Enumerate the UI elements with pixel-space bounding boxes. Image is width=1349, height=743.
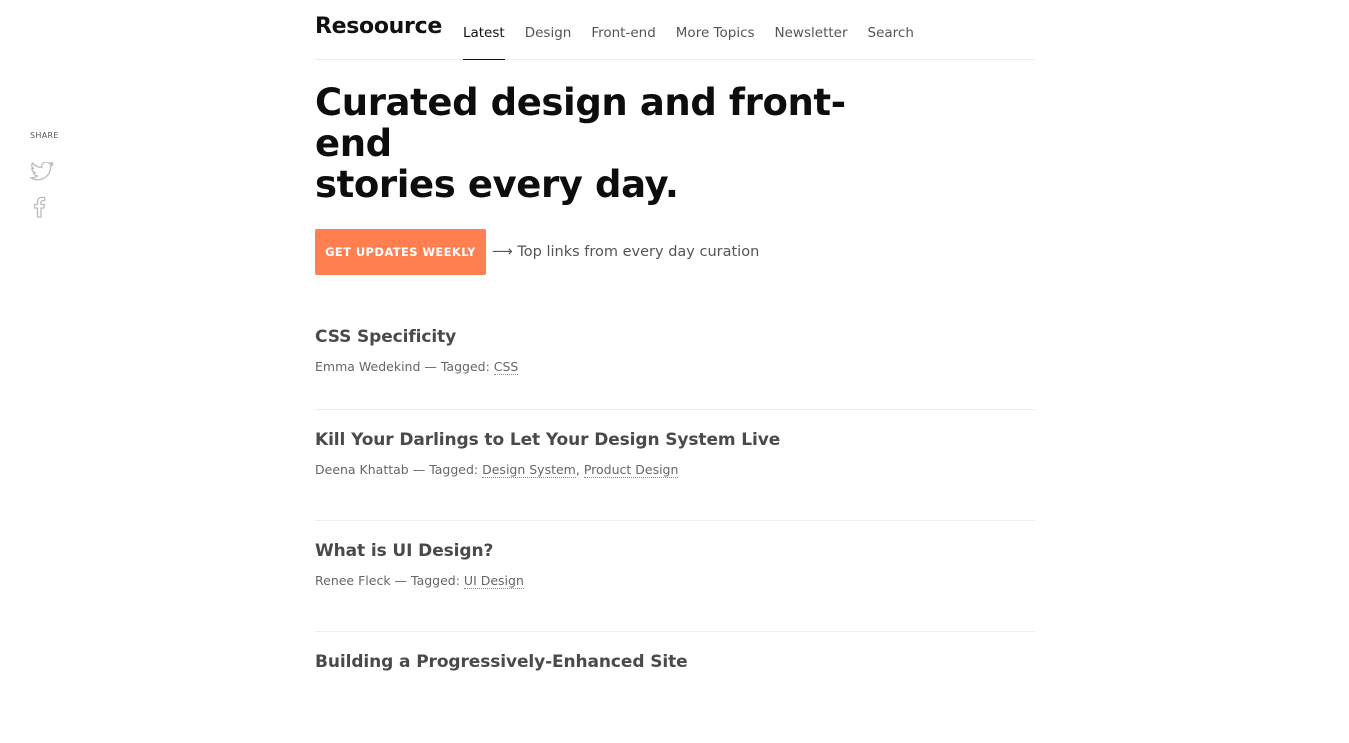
main-nav: Latest Design Front-end More Topics News… [462, 0, 934, 60]
article-item: CSS Specificity Emma Wedekind — Tagged: … [315, 319, 1035, 410]
article-title[interactable]: Kill Your Darlings to Let Your Design Sy… [315, 430, 1035, 450]
get-updates-button[interactable]: GET UPDATES WEEKLY [315, 229, 486, 275]
article-title[interactable]: CSS Specificity [315, 327, 1035, 347]
twitter-icon[interactable] [30, 162, 54, 184]
site-header: Resoource Latest Design Front-end More T… [315, 0, 1035, 60]
article-tag[interactable]: Design System [482, 462, 576, 478]
article-author: Emma Wedekind [315, 359, 421, 374]
hero-title: Curated design and front-end stories eve… [315, 82, 915, 205]
article-title[interactable]: What is UI Design? [315, 541, 1035, 561]
article-list: CSS Specificity Emma Wedekind — Tagged: … [315, 319, 1035, 743]
article-meta: Emma Wedekind — Tagged: CSS [315, 359, 1035, 375]
facebook-icon[interactable] [32, 196, 56, 218]
nav-item-newsletter[interactable]: Newsletter [775, 0, 848, 59]
article-author: Deena Khattab [315, 462, 409, 477]
article-tagged-prefix: — Tagged: [420, 359, 494, 374]
article-item: What is UI Design? Renee Fleck — Tagged:… [315, 521, 1035, 632]
article-author: Renee Fleck [315, 573, 391, 588]
share-label: SHARE [30, 131, 59, 140]
nav-item-latest[interactable]: Latest [462, 0, 505, 60]
nav-item-design[interactable]: Design [525, 0, 572, 59]
article-meta: Deena Khattab — Tagged: Design System, P… [315, 462, 679, 478]
article-tag[interactable]: CSS [493, 359, 519, 375]
main-content: Resoource Latest Design Front-end More T… [315, 0, 1035, 743]
share-sidebar: SHARE [30, 131, 59, 218]
cta-note: ⟶ Top links from every day curation [492, 244, 760, 260]
article-title[interactable]: Building a Progressively-Enhanced Site [315, 652, 1035, 672]
nav-item-search[interactable]: Search [868, 0, 914, 59]
article-item: Building a Progressively-Enhanced Site [315, 632, 1035, 743]
site-logo[interactable]: Resoource [315, 0, 442, 59]
nav-item-more-topics[interactable]: More Topics [676, 0, 755, 59]
article-tag[interactable]: Product Design [583, 462, 679, 478]
hero-title-line1: Curated design and front-end [315, 81, 846, 165]
article-meta: Renee Fleck — Tagged: UI Design [315, 573, 1035, 589]
cta-row: GET UPDATES WEEKLY ⟶ Top links from ever… [315, 229, 1035, 275]
nav-item-front-end[interactable]: Front-end [591, 0, 655, 59]
article-tagged-prefix: — Tagged: [390, 573, 464, 588]
hero-title-line2: stories every day. [315, 163, 679, 206]
article-tagged-prefix: — Tagged: [408, 462, 483, 477]
article-tag[interactable]: UI Design [463, 573, 524, 589]
article-item: Kill Your Darlings to Let Your Design Sy… [315, 410, 1035, 521]
